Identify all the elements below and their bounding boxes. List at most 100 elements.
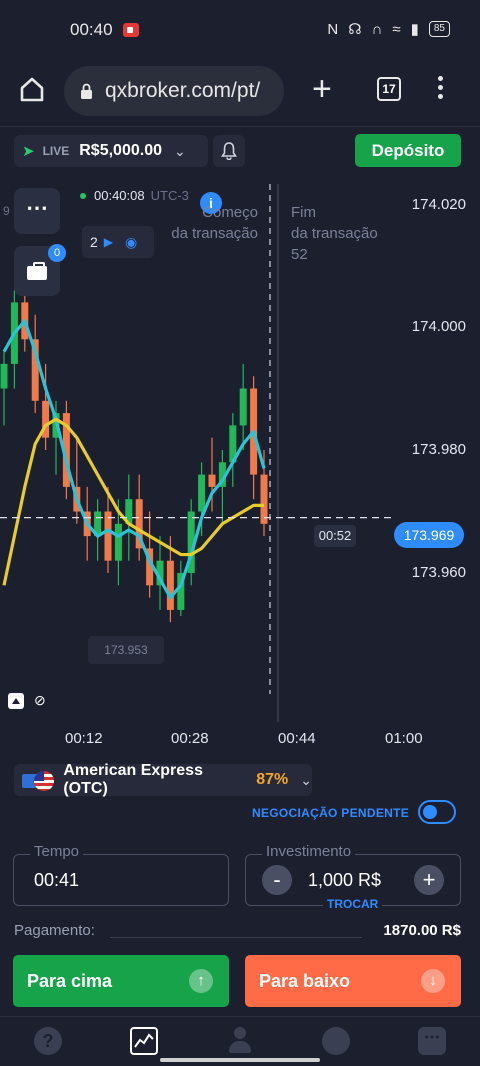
investment-label: Investimento (262, 843, 356, 860)
trade-end-line1: Fim (291, 204, 316, 221)
buy-up-label: Para cima (27, 971, 113, 991)
time-label: Tempo (30, 843, 84, 860)
sell-down-label: Para baixo (259, 971, 351, 991)
y-tick: 173.980 (411, 441, 466, 458)
candle-body (208, 474, 216, 487)
user-icon[interactable] (226, 1027, 254, 1055)
x-tick: 00:44 (278, 730, 316, 747)
home-icon[interactable] (18, 75, 46, 103)
notifications-button[interactable] (213, 135, 245, 167)
eye-icon: ◉ (125, 233, 138, 250)
open-trades-badge: 0 (48, 244, 66, 262)
sell-down-button[interactable]: Para baixo ↓ (245, 955, 461, 1007)
timezone: UTC-3 (150, 188, 189, 203)
chart-menu-button[interactable]: ⋯ (14, 188, 60, 234)
chart-icon[interactable] (130, 1027, 158, 1055)
browser-toolbar: qxbroker.com/pt/ + 17 (0, 60, 480, 122)
pending-trade-label: NEGOCIAÇÃO PENDENTE (252, 806, 410, 820)
trade-start-label: Começo da transação (164, 202, 258, 244)
account-mode: LIVE (42, 144, 70, 158)
arrow-up-icon: ↑ (189, 969, 213, 993)
payout-divider (110, 937, 362, 938)
status-time: 00:40 (70, 20, 113, 39)
account-balance: R$5,000.00 (79, 142, 162, 159)
help-icon[interactable]: ? (34, 1027, 62, 1055)
status-bar: 00:40 N ☊ ∩ ≈ ▮ 85 (0, 0, 480, 60)
asset-payout: 87% (256, 771, 289, 788)
candle-body (114, 523, 122, 561)
price-chart[interactable]: ⋯ 0 9 00:40:08 UTC-3 i 2 ▶ ◉ Começo da t… (0, 174, 480, 762)
screen-record-icon (123, 23, 139, 37)
tab-switcher-button[interactable]: 17 (377, 77, 401, 101)
play-icon: ▶ (103, 235, 114, 249)
address-bar[interactable]: qxbroker.com/pt/ (64, 66, 284, 116)
payout-value: 1870.00 R$ (383, 922, 461, 939)
switch-currency-button[interactable]: TROCAR (323, 897, 383, 911)
bell-icon (221, 142, 237, 161)
status-icons: N ☊ ∩ ≈ ▮ 85 (327, 20, 450, 38)
chart-tools: ⊘ (8, 692, 46, 709)
more-icon[interactable]: ⋯ (418, 1027, 446, 1055)
battery-icon: 85 (428, 21, 450, 37)
server-clock: 00:40:08 UTC-3 (80, 188, 189, 203)
decrease-button[interactable]: - (262, 865, 292, 895)
chevron-down-icon: ⌄ (173, 142, 186, 159)
candle-body (239, 388, 247, 426)
chart-type-icon[interactable] (8, 692, 24, 709)
arrow-down-icon: ↓ (421, 969, 445, 993)
current-price-tag: 173.969 (394, 522, 464, 548)
trades-button[interactable]: 0 (14, 244, 66, 296)
trade-end-line2: da transação (291, 225, 378, 242)
slow-ma-line (2, 417, 264, 586)
buy-up-button[interactable]: Para cima ↑ (13, 955, 229, 1007)
payout-label: Pagamento: (14, 922, 95, 939)
trade-end-label: Fim da transação 52 (291, 202, 378, 265)
candle-body (0, 363, 8, 389)
wifi-icon: ≈ (392, 20, 405, 38)
fast-ma-line (2, 319, 266, 600)
signal-icon: ▮ (410, 21, 423, 38)
trade-start-line1: Começo (202, 204, 258, 221)
y-tick: 173.960 (411, 564, 466, 581)
settings-icon[interactable] (322, 1027, 350, 1055)
x-tick: 00:28 (171, 730, 209, 747)
us-flag-icon (22, 771, 55, 791)
headset-icon: ☊ (348, 21, 366, 38)
pending-trade-toggle[interactable] (418, 800, 456, 824)
y-tick: 174.000 (411, 318, 466, 335)
online-dot (80, 192, 86, 199)
chevron-down-icon: ⌄ (300, 771, 312, 788)
vibrate-icon: ∩ (371, 20, 387, 38)
low-price-tag: 173.953 (88, 636, 164, 664)
trade-start-line2: da transação (171, 225, 258, 242)
paper-plane-icon: ➤ (22, 143, 35, 160)
investment-value[interactable]: 1,000 R$ (308, 870, 381, 891)
asset-name: American Express (OTC) (63, 762, 203, 797)
home-indicator (160, 1058, 320, 1062)
browser-menu-icon[interactable] (438, 76, 444, 104)
time-value: 00:41 (34, 870, 80, 890)
hide-icon[interactable]: ⊘ (34, 692, 46, 709)
y-tick: 174.020 (411, 196, 466, 213)
asset-selector[interactable]: American Express (OTC) 87% ⌄ (14, 762, 312, 797)
url-text: qxbroker.com/pt/ (105, 79, 261, 102)
candle-body (104, 511, 112, 561)
account-selector[interactable]: ➤ LIVE R$5,000.00 ⌄ (14, 135, 208, 167)
x-tick: 01:00 (385, 730, 423, 747)
briefcase-icon (27, 262, 47, 280)
deposit-button[interactable]: Depósito (355, 134, 461, 167)
time-field[interactable]: Tempo 00:41 (13, 843, 229, 906)
countdown-tag: 00:52 (314, 525, 356, 547)
nfc-icon: N (327, 20, 343, 38)
x-tick: 00:12 (65, 730, 103, 747)
candle-body (260, 474, 268, 524)
candle-body (166, 560, 174, 610)
new-tab-icon[interactable]: + (312, 72, 332, 106)
lock-icon (81, 83, 92, 99)
chart-canvas[interactable] (0, 174, 480, 762)
increase-button[interactable]: + (414, 865, 444, 895)
clock-time: 00:40:08 (94, 188, 145, 203)
watchers-count: 2 (90, 234, 98, 250)
trade-end-line3: 52 (291, 246, 308, 263)
watchers-box[interactable]: 2 ▶ ◉ (82, 226, 154, 258)
